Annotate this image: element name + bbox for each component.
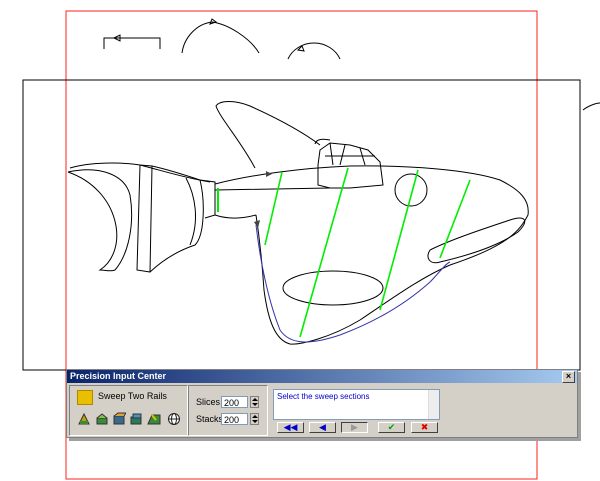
next-step-button[interactable]: ▶ (341, 422, 368, 433)
stacks-spinner[interactable] (250, 413, 259, 425)
first-step-button[interactable]: ◀◀ (277, 422, 304, 433)
prompt-text: Select the sweep sections (277, 392, 370, 401)
cancel-button[interactable]: ✖ (411, 422, 438, 433)
prompt-scrollbar[interactable] (428, 390, 439, 419)
stacks-input[interactable]: 200 (221, 413, 248, 425)
panel-title: Precision Input Center (70, 371, 167, 381)
ok-button[interactable]: ✔ (378, 422, 405, 433)
prompt-area[interactable]: Select the sweep sections (273, 389, 440, 420)
command-label: Sweep Two Rails (98, 391, 167, 401)
top-profile-curves[interactable] (103, 18, 600, 111)
fish-body-curves[interactable] (67, 101, 529, 345)
stacks-label: Stacks (196, 414, 224, 424)
rail-direction-icon (254, 220, 260, 228)
sweep-mode-1-icon[interactable] (77, 412, 91, 426)
rail-direction-icon (266, 171, 272, 177)
sweep-mode-4-icon[interactable] (129, 412, 143, 426)
close-button[interactable]: × (562, 371, 575, 383)
sweep-sections[interactable] (264, 167, 471, 338)
sweep-icon (77, 390, 93, 405)
panel-titlebar[interactable]: Precision Input Center × (67, 370, 577, 383)
globe-icon[interactable] (167, 412, 181, 426)
previous-step-button[interactable]: ◀ (309, 422, 336, 433)
command-group: Sweep Two Rails (69, 385, 188, 436)
slices-label: Slices (196, 397, 221, 407)
sweep-mode-5-icon[interactable] (147, 412, 161, 426)
precision-input-panel: Precision Input Center × Sweep Two Rails… (66, 369, 578, 438)
sweep-mode-2-icon[interactable] (95, 412, 109, 426)
sweep-mode-3-icon[interactable] (112, 412, 126, 426)
slices-input[interactable]: 200 (221, 396, 248, 408)
slices-spinner[interactable] (250, 396, 259, 408)
sweep-parameters: Slices 200 Stacks 200 (188, 385, 268, 436)
